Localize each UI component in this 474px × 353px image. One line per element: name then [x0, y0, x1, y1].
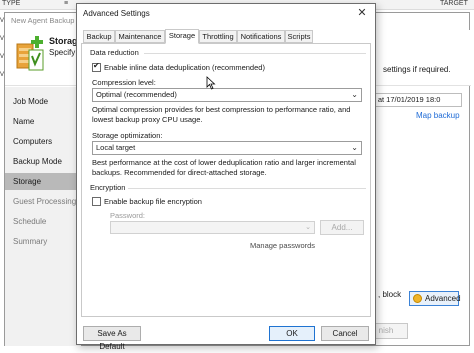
- storage-optimization-select[interactable]: Local target ⌄: [92, 141, 362, 155]
- password-select[interactable]: ⌄: [110, 221, 315, 234]
- add-password-button[interactable]: Add...: [320, 220, 364, 235]
- dedup-checkbox[interactable]: [92, 61, 101, 72]
- block-text: , block: [378, 290, 402, 299]
- compression-level-select[interactable]: Optimal (recommended) ⌄: [92, 88, 362, 102]
- nav-item-computers[interactable]: Computers: [5, 133, 81, 150]
- column-target-header[interactable]: TARGET: [440, 0, 468, 7]
- data-reduction-label: Data reduction: [90, 48, 139, 57]
- wizard-step-description: settings if required.: [383, 65, 451, 74]
- tab-maintenance[interactable]: Maintenance: [115, 30, 165, 43]
- nav-item-job-mode[interactable]: Job Mode: [5, 93, 81, 110]
- chevron-down-icon: ⌄: [351, 90, 358, 99]
- nav-item-guest-processing[interactable]: Guest Processing: [5, 193, 81, 210]
- nav-item-name[interactable]: Name: [5, 113, 81, 130]
- column-type-header[interactable]: TYPE: [2, 0, 20, 7]
- wizard-step-nav: Job Mode Name Computers Backup Mode Stor…: [5, 87, 81, 346]
- encryption-checkbox[interactable]: [92, 197, 101, 206]
- tab-scripts[interactable]: Scripts: [285, 30, 313, 43]
- storage-wizard-icon: [16, 36, 44, 71]
- encryption-label: Encryption: [90, 183, 126, 192]
- save-as-default-button[interactable]: Save As Default: [83, 326, 141, 351]
- storage-description-line-2: backups. Recommended for direct-attached…: [92, 168, 267, 177]
- dialog-titlebar: Advanced Settings ✕: [77, 4, 375, 24]
- storage-tab-panel: Data reduction Enable inline data dedupl…: [81, 43, 371, 317]
- group-divider: [128, 188, 366, 189]
- ok-button[interactable]: OK: [269, 326, 315, 341]
- encryption-enable-label[interactable]: Enable backup file encryption: [104, 197, 202, 207]
- compression-level-value: Optimal (recommended): [96, 90, 177, 99]
- tab-backup[interactable]: Backup: [83, 30, 115, 43]
- close-icon[interactable]: ✕: [355, 6, 369, 20]
- nav-item-backup-mode[interactable]: Backup Mode: [5, 153, 81, 170]
- chevron-down-icon: ⌄: [305, 224, 311, 231]
- manage-passwords-link[interactable]: Manage passwords: [250, 241, 315, 251]
- storage-description-line-1: Best performance at the cost of lower de…: [92, 158, 356, 167]
- advanced-settings-dialog: Advanced Settings ✕ Backup Maintenance S…: [76, 3, 376, 351]
- advanced-button[interactable]: Advanced: [409, 291, 461, 306]
- nav-item-storage[interactable]: Storage: [5, 173, 81, 190]
- gear-icon: [413, 294, 422, 303]
- nav-item-summary[interactable]: Summary: [5, 233, 81, 250]
- group-divider: [144, 53, 366, 54]
- dialog-title: Advanced Settings: [83, 9, 150, 18]
- password-label: Password:: [110, 211, 146, 220]
- storage-optimization-label: Storage optimization:: [92, 131, 163, 140]
- compression-level-label: Compression level:: [92, 78, 156, 87]
- cancel-button[interactable]: Cancel: [321, 326, 369, 341]
- advanced-button-label: Advanced: [425, 294, 461, 303]
- storage-optimization-value: Local target: [96, 143, 136, 152]
- mouse-cursor-icon: [206, 76, 216, 90]
- dedup-label[interactable]: Enable inline data deduplication (recomm…: [104, 63, 265, 73]
- nav-item-schedule[interactable]: Schedule: [5, 213, 81, 230]
- tab-storage[interactable]: Storage: [165, 29, 199, 44]
- compression-description-line-2: lowest backup proxy CPU usage.: [92, 115, 203, 124]
- column-header-fragment: ≡: [64, 0, 69, 7]
- compression-description-line-1: Optimal compression provides for best co…: [92, 105, 351, 114]
- tab-notifications[interactable]: Notifications: [237, 30, 285, 43]
- schedule-field[interactable]: tor at 17/01/2019 18:0: [364, 93, 462, 107]
- map-backup-link[interactable]: Map backup: [416, 111, 460, 120]
- tab-throttling[interactable]: Throttling: [199, 30, 237, 43]
- chevron-down-icon: ⌄: [351, 143, 358, 152]
